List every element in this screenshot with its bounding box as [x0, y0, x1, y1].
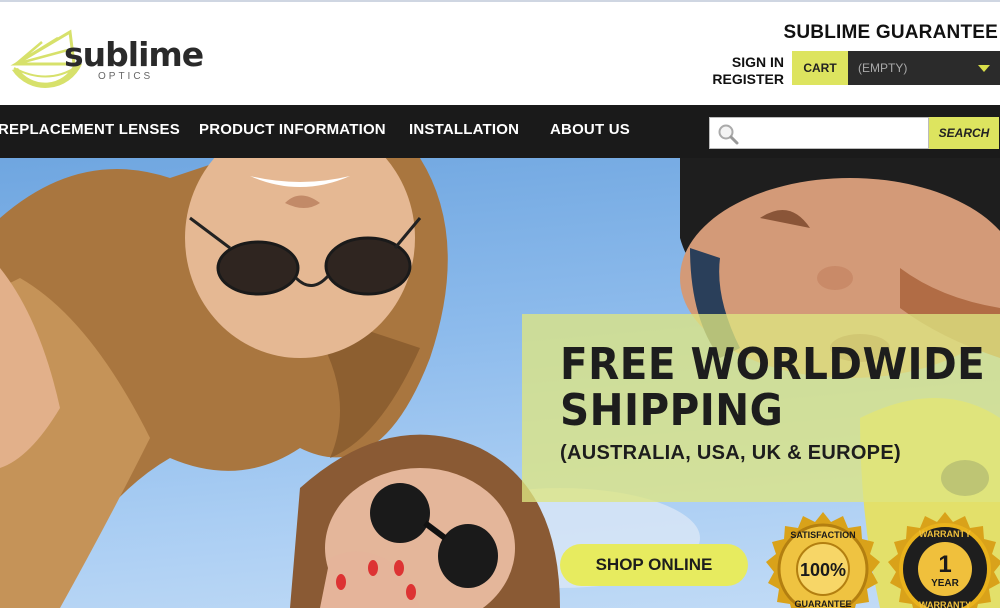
- badge-satisfaction-value: 100%: [800, 560, 846, 580]
- account-links: SIGN IN REGISTER: [712, 54, 784, 88]
- free-shipping-promo: FREE WORLDWIDE SHIPPING (AUSTRALIA, USA,…: [522, 314, 1000, 502]
- badge-warranty-unit: YEAR: [931, 578, 960, 589]
- nav-item-installation[interactable]: INSTALLATION: [409, 105, 519, 158]
- satisfaction-guarantee-badge: 100% SATISFACTION GUARANTEE: [764, 510, 882, 608]
- search-button[interactable]: SEARCH: [929, 117, 999, 149]
- sublime-guarantee-link[interactable]: SUBLIME GUARANTEE: [783, 22, 998, 44]
- badge-satisfaction-bottom: GUARANTEE: [794, 599, 851, 608]
- badge-warranty-value: 1: [938, 551, 951, 578]
- badge-warranty-top: WARRANTY: [919, 529, 971, 539]
- badge-satisfaction-top: SATISFACTION: [790, 530, 855, 540]
- cart-status-text: (EMPTY): [858, 61, 908, 75]
- site-header: sublime OPTICS SUBLIME GUARANTEE SIGN IN…: [0, 2, 1000, 105]
- search-icon: [718, 124, 739, 145]
- hero-banner: FREE WORLDWIDE SHIPPING (AUSTRALIA, USA,…: [0, 158, 1000, 608]
- badge-warranty-bottom: WARRANTY: [919, 600, 971, 608]
- logo-wordmark: sublime: [64, 35, 204, 74]
- cart-dropdown[interactable]: (EMPTY): [848, 51, 1000, 85]
- gold-seal-icon: 100% SATISFACTION GUARANTEE: [766, 512, 880, 608]
- promo-title-line2: SHIPPING: [560, 385, 784, 436]
- site-logo[interactable]: sublime OPTICS: [8, 24, 204, 94]
- cart-button[interactable]: CART: [792, 51, 848, 85]
- promo-title-line1: FREE WORLDWIDE: [560, 339, 986, 390]
- promo-subtitle: (AUSTRALIA, USA, UK & EUROPE): [560, 442, 901, 464]
- nav-item-product-information[interactable]: PRODUCT INFORMATION: [199, 105, 386, 158]
- promo-title: FREE WORLDWIDE SHIPPING: [560, 342, 985, 434]
- warranty-badge: 1 YEAR WARRANTY WARRANTY: [886, 510, 1000, 608]
- shop-online-button[interactable]: SHOP ONLINE: [560, 544, 748, 586]
- chevron-down-icon: [978, 65, 990, 72]
- nav-item-about-us[interactable]: ABOUT US: [550, 105, 630, 158]
- search-input[interactable]: [744, 120, 924, 146]
- nav-item-replacement-lenses[interactable]: REPLACEMENT LENSES: [0, 105, 180, 158]
- sign-in-link[interactable]: SIGN IN: [712, 54, 784, 71]
- logo-subtitle: OPTICS: [98, 71, 154, 82]
- gold-seal-icon: 1 YEAR WARRANTY WARRANTY: [888, 512, 1000, 608]
- register-link[interactable]: REGISTER: [712, 71, 784, 88]
- search-box: [709, 117, 929, 149]
